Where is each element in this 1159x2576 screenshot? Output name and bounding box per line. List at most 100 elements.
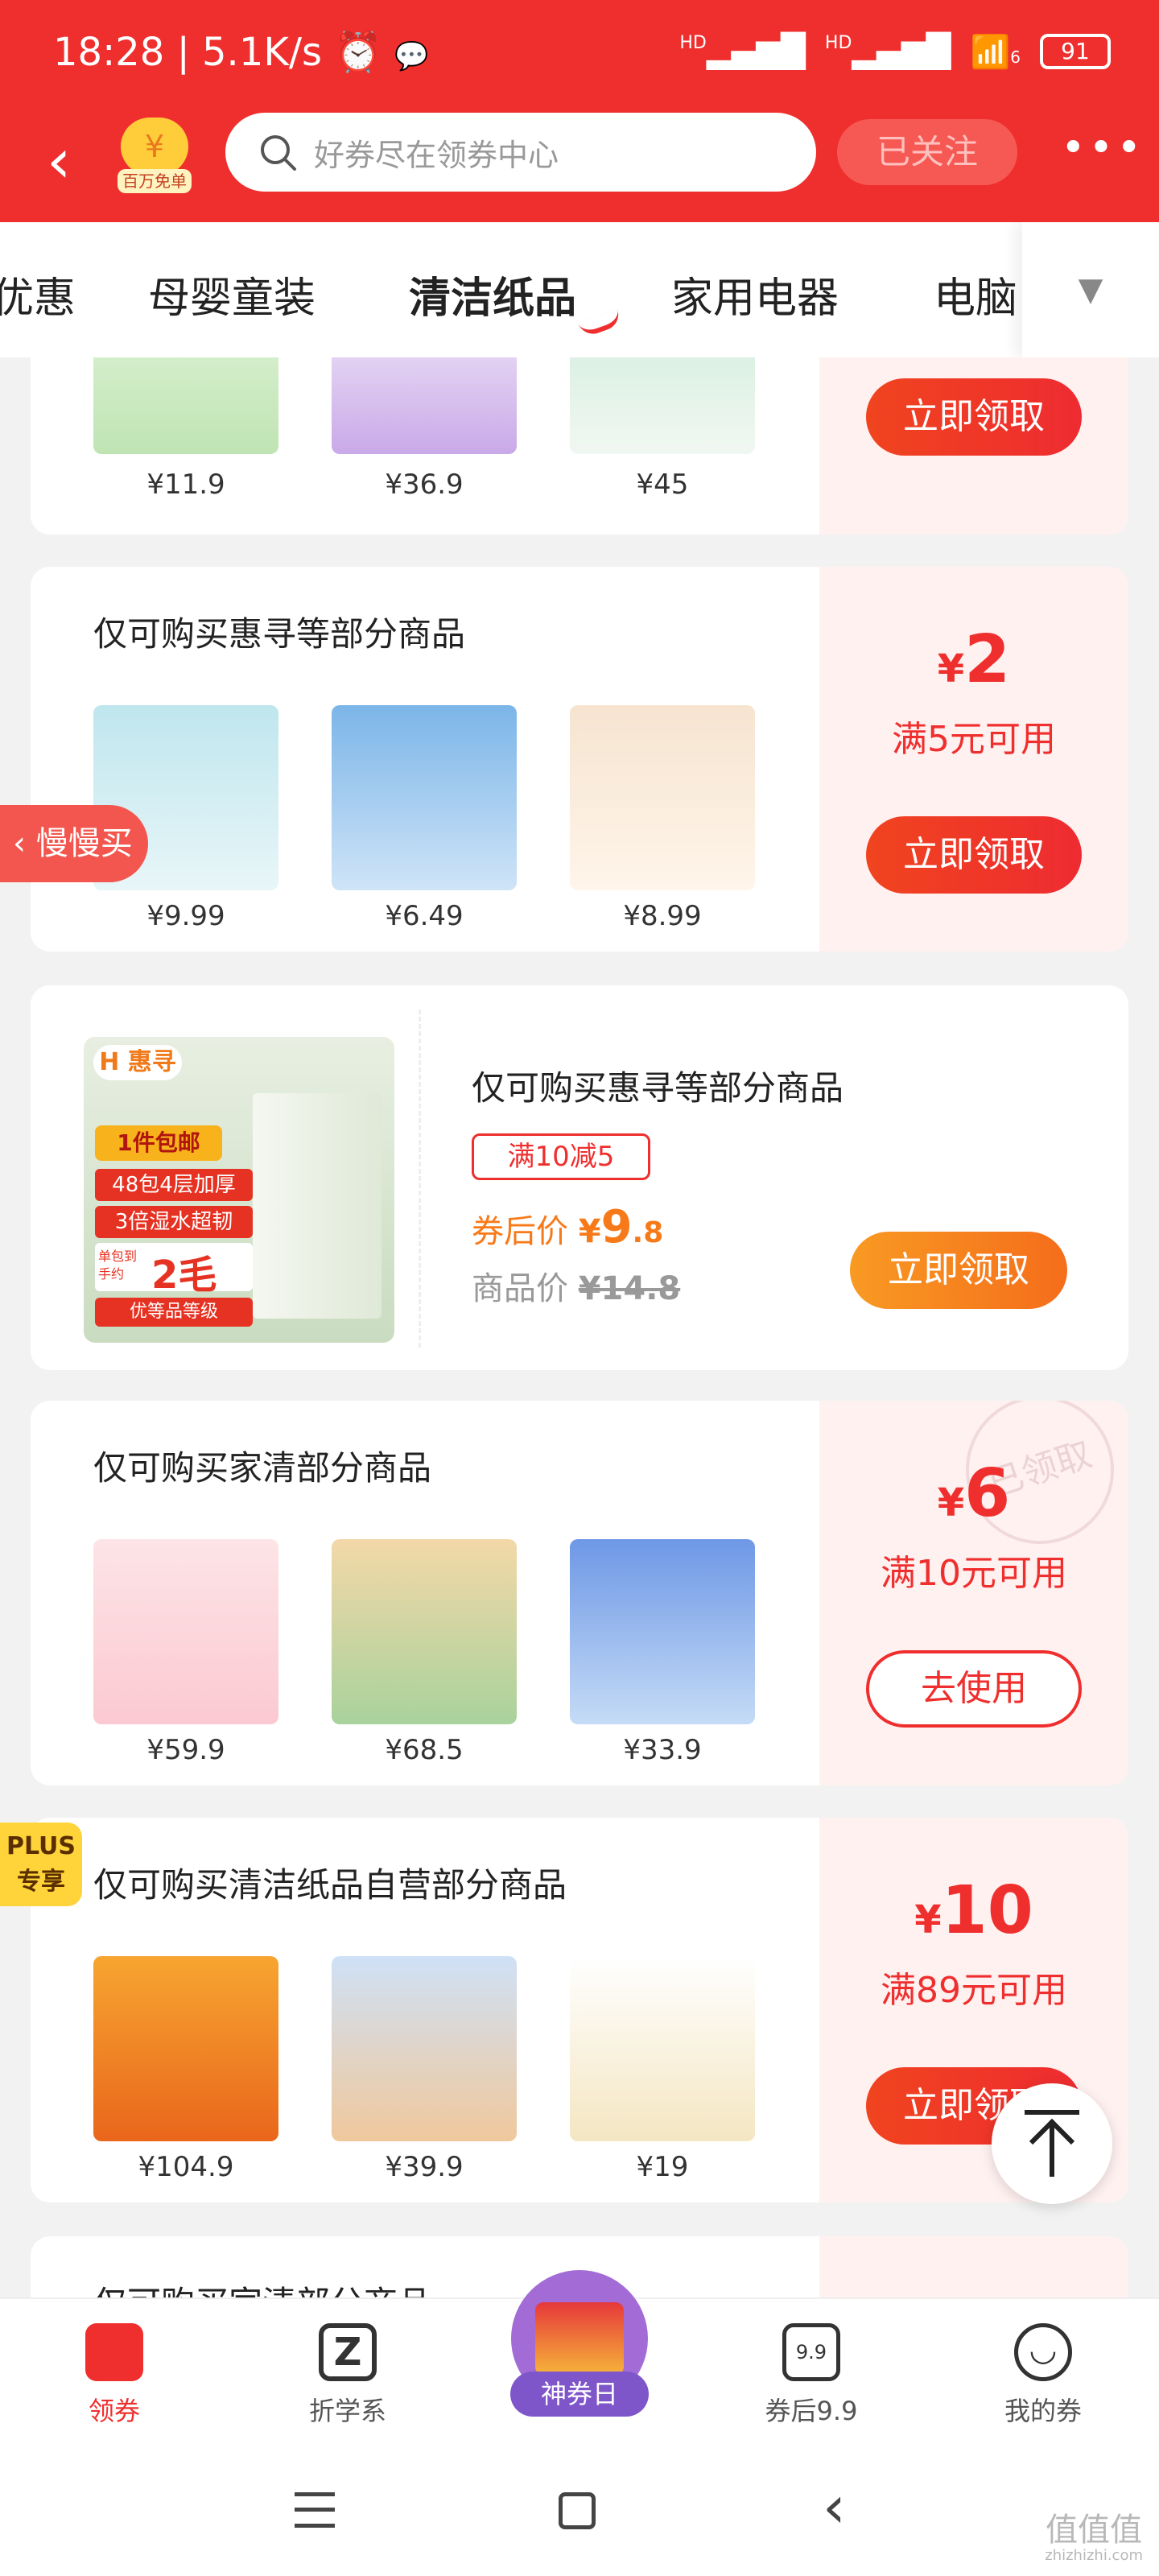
nav-after-coupon-99[interactable]: 9.9 券后9.9	[731, 2323, 892, 2428]
product-image[interactable]	[93, 1956, 278, 2141]
coupon-amount: ¥10	[914, 1872, 1033, 1949]
product-image[interactable]	[332, 1956, 517, 2141]
search-input[interactable]: 好券尽在领券中心	[225, 113, 816, 192]
arrow-up-icon	[1025, 2110, 1079, 2177]
nav-coupons[interactable]: 领券	[34, 2323, 195, 2428]
status-bar: 18:28 | 5.1K/s ⏰ 💬 HD▂▄▆█ HD▂▄▆█ 📶6 91	[0, 0, 1159, 105]
status-time: 18:28 | 5.1K/s ⏰ 💬	[53, 30, 429, 75]
product-image[interactable]	[93, 357, 278, 454]
product-image[interactable]	[570, 357, 755, 454]
top-bar: 18:28 | 5.1K/s ⏰ 💬 HD▂▄▆█ HD▂▄▆█ 📶6 91 ‹…	[0, 0, 1159, 222]
nav-my-coupons[interactable]: ◡ 我的券	[963, 2323, 1124, 2428]
coupon-condition: 满10元可用	[881, 1553, 1067, 1594]
claim-button[interactable]: 立即领取	[866, 378, 1082, 456]
product-price: ¥33.9	[623, 1734, 702, 1766]
coupon-condition: 满5元可用	[892, 719, 1056, 760]
coupon-card: ¥11.9 ¥36.9 ¥45 立即领取	[31, 357, 1128, 535]
wifi-icon: 📶6	[970, 33, 1021, 71]
back-button[interactable]: ‹	[47, 129, 71, 193]
product-price: ¥104.9	[138, 2151, 234, 2183]
tab-mother-baby[interactable]: 母婴童装	[148, 264, 316, 324]
coupon-side	[819, 2236, 1128, 2297]
product-price: ¥39.9	[385, 2151, 464, 2183]
product-price: ¥9.99	[146, 900, 225, 932]
image-tag: 1件包邮	[95, 1125, 222, 1161]
home-icon[interactable]	[559, 2492, 596, 2529]
coupon-title: 仅可购买惠寻等部分商品	[93, 614, 466, 654]
product-image[interactable]	[332, 705, 517, 890]
product-price: ¥11.9	[146, 469, 225, 501]
wechat-icon: 💬	[394, 40, 429, 72]
alarm-icon: ⏰	[334, 30, 383, 75]
nav-zhexuexi[interactable]: Z 折学系	[267, 2323, 428, 2428]
menu-icon[interactable]	[295, 2492, 335, 2528]
tab-cleaning-paper[interactable]: 清洁纸品	[409, 264, 576, 324]
coupon-amount: ¥2	[937, 621, 1011, 698]
system-nav-bar: ‹ 值值值 zhizhizhi.com	[0, 2446, 1159, 2576]
coupon-list: ¥11.9 ¥36.9 ¥45 立即领取 仅可购买惠寻等部分商品 ¥9.99 ¥…	[0, 357, 1159, 2297]
use-button[interactable]: 去使用	[866, 1650, 1082, 1728]
after-coupon-price: 券后价 ¥9.8	[472, 1201, 664, 1253]
follow-button[interactable]: 已关注	[837, 119, 1017, 185]
coupon-title: 仅可购买家清部分商品	[93, 1448, 432, 1488]
coupon-amount: ¥6	[937, 1455, 1011, 1532]
product-image[interactable]	[332, 1539, 517, 1724]
product-price: ¥19	[636, 2151, 689, 2183]
plus-exclusive-badge: PLUS 专享	[0, 1823, 82, 1906]
tab-discount[interactable]: 优惠	[0, 264, 76, 324]
coupon-icon	[85, 2323, 143, 2381]
product-price: ¥8.99	[623, 900, 702, 932]
slow-buy-tab[interactable]: ‹ 慢慢买	[0, 805, 148, 882]
image-tag: 3倍湿水超韧	[95, 1206, 253, 1238]
product-price: ¥68.5	[385, 1734, 464, 1766]
featured-coupon-card: H 惠寻 1件包邮 48包4层加厚 3倍湿水超韧 单包到手约 2毛 优等品等级 …	[31, 985, 1128, 1370]
tab-computer[interactable]: 电脑	[934, 264, 1017, 324]
brand-logo: H 惠寻	[93, 1045, 182, 1080]
tab-appliances[interactable]: 家用电器	[671, 264, 839, 324]
discount-tag: 满10减5	[472, 1133, 650, 1180]
claim-button[interactable]: 立即领取	[866, 816, 1082, 894]
product-image[interactable]	[570, 1539, 755, 1724]
original-price: 商品价 ¥14.8	[472, 1270, 681, 1307]
nine-nine-icon: 9.9	[782, 2323, 840, 2381]
coupon-card: 仅可购买惠寻等部分商品 ¥9.99 ¥6.49 ¥8.99 ¥2 满5元可用 立…	[31, 567, 1128, 952]
coupon-day-label: 神券日	[510, 2372, 649, 2417]
expand-tabs-icon[interactable]: ▼	[1022, 222, 1159, 357]
million-free-badge[interactable]: ¥ 百万免单	[118, 118, 192, 198]
product-image[interactable]	[570, 705, 755, 890]
coupon-condition: 满89元可用	[881, 1970, 1067, 2011]
featured-product-image[interactable]: H 惠寻 1件包邮 48包4层加厚 3倍湿水超韧 单包到手约 2毛 优等品等级	[84, 1037, 394, 1343]
watermark: 值值值 zhizhizhi.com	[1045, 2512, 1143, 2564]
image-tag: 优等品等级	[95, 1298, 253, 1327]
signal-icon-2: HD▂▄▆█	[824, 33, 951, 70]
signal-icon: HD▂▄▆█	[679, 33, 806, 70]
coupon-card: 已领取 仅可购买家清部分商品 ¥59.9 ¥68.5 ¥33.9 ¥6 满10元…	[31, 1401, 1128, 1785]
search-icon	[261, 135, 296, 171]
divider	[419, 1009, 421, 1348]
coupon-title: 仅可购买惠寻等部分商品	[472, 1068, 844, 1108]
battery-icon: 91	[1040, 34, 1111, 69]
image-price-box: 单包到手约 2毛	[95, 1243, 253, 1298]
nav-coupon-day[interactable]: 神券日	[499, 2270, 660, 2431]
image-tag: 48包4层加厚	[95, 1169, 253, 1201]
product-price: ¥6.49	[385, 900, 464, 932]
back-to-top-button[interactable]	[992, 2083, 1112, 2204]
status-icons: HD▂▄▆█ HD▂▄▆█ 📶6 91	[679, 27, 1111, 76]
product-image[interactable]	[332, 357, 517, 454]
header-nav: ‹ ¥ 百万免单 好券尽在领券中心 已关注 •••	[0, 105, 1159, 222]
active-tab-indicator	[578, 308, 623, 339]
more-icon[interactable]: •••	[1061, 124, 1145, 172]
product-price: ¥36.9	[385, 469, 464, 501]
product-image[interactable]	[93, 1539, 278, 1724]
back-nav-icon[interactable]: ‹	[823, 2475, 846, 2539]
smile-icon: ◡	[1014, 2323, 1072, 2381]
z-icon: Z	[319, 2323, 377, 2381]
product-price: ¥45	[636, 469, 689, 501]
category-tabs: 优惠 母婴童装 清洁纸品 家用电器 电脑 ▼	[0, 222, 1159, 357]
product-image[interactable]	[570, 1956, 755, 2141]
product-package	[253, 1093, 382, 1319]
badge-label: 百万免单	[118, 169, 192, 193]
claim-button[interactable]: 立即领取	[850, 1232, 1067, 1309]
search-placeholder: 好券尽在领券中心	[314, 137, 559, 173]
coupon-title: 仅可购买清洁纸品自营部分商品	[93, 1865, 567, 1905]
